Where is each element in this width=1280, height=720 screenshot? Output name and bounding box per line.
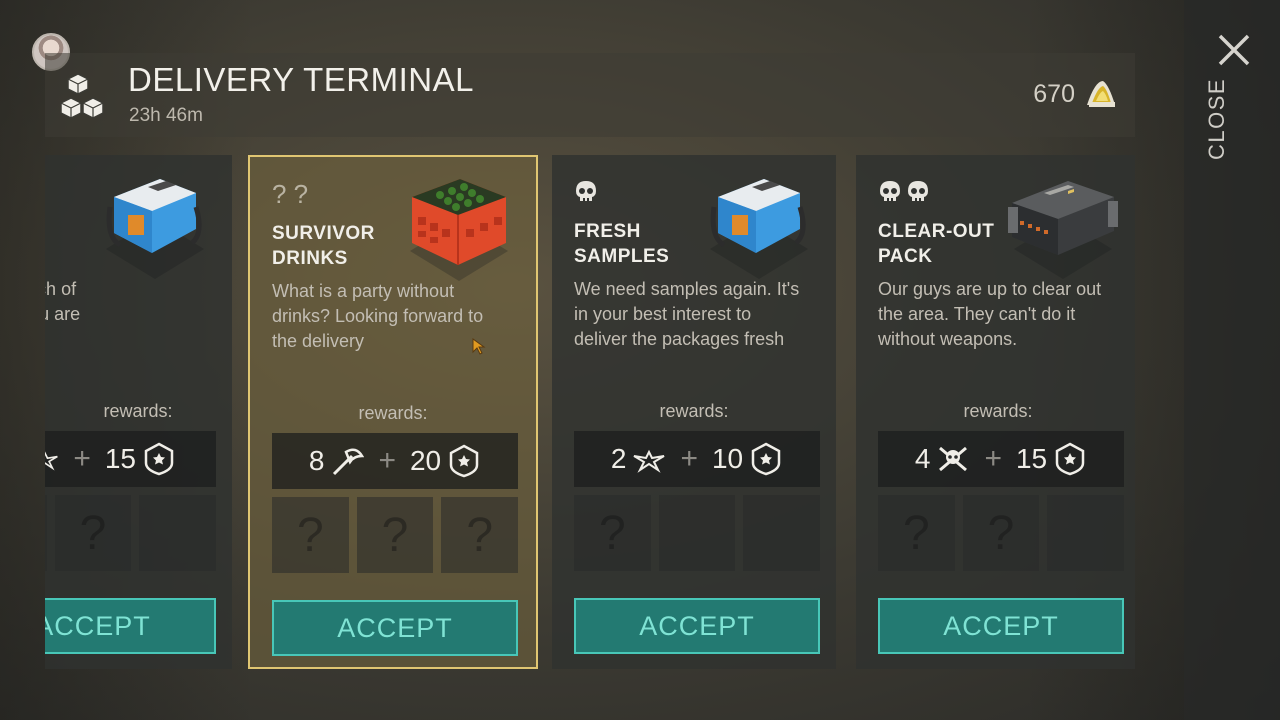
axe-icon bbox=[333, 448, 365, 476]
reputation-shield-icon bbox=[449, 444, 479, 478]
threat-level: ? ? bbox=[272, 179, 314, 209]
reward-value: 10 bbox=[711, 443, 744, 474]
reward-value: 20 bbox=[409, 445, 442, 476]
accept-button[interactable]: ACCEPT bbox=[272, 600, 518, 656]
reputation-shield-icon bbox=[1055, 442, 1085, 476]
hidden-item-slot: ? bbox=[574, 495, 651, 571]
genesis-coin-icon bbox=[1087, 81, 1115, 107]
rewards-box: + 15 bbox=[45, 431, 216, 487]
card-description: We need samples again. It's in your best… bbox=[574, 279, 800, 349]
rewards-label: rewards: bbox=[358, 403, 428, 423]
rewards-box: 2 + 10 bbox=[574, 431, 820, 487]
card-title: CLEAR-OUT PACK bbox=[878, 221, 995, 267]
delivery-card-survivor-drinks[interactable]: ? ? SURVIVOR DRINKS What is a party with… bbox=[248, 155, 538, 669]
rewards-label: rewards: bbox=[103, 401, 173, 421]
hidden-item-slot: ? bbox=[878, 495, 955, 571]
hidden-item-slot: ? bbox=[356, 497, 434, 573]
delivery-card-fresh-samples[interactable]: FRESH SAMPLES We need samples again. It'… bbox=[552, 155, 836, 669]
card-title: UG bbox=[45, 219, 130, 244]
plus-sign: + bbox=[680, 442, 698, 475]
boxes-icon bbox=[60, 73, 104, 119]
reward-value: 8 bbox=[308, 445, 325, 476]
rank-wings-icon bbox=[45, 451, 59, 471]
hidden-item-slot: ? bbox=[962, 495, 1040, 571]
hidden-item-slot: ? bbox=[441, 497, 519, 573]
reward-value: 15 bbox=[1015, 443, 1048, 474]
hidden-items-slots: ? ? ? bbox=[272, 497, 519, 573]
accept-button[interactable]: ACCEPT bbox=[45, 598, 216, 654]
plus-sign: + bbox=[378, 444, 396, 477]
hidden-items-slots: ? ? bbox=[878, 495, 1125, 571]
reputation-shield-icon bbox=[144, 442, 174, 476]
delivery-card-clear-out-pack[interactable]: CLEAR-OUT PACK Our guys are up to clear … bbox=[856, 155, 1135, 669]
threat-level bbox=[878, 177, 930, 207]
rewards-label: rewards: bbox=[963, 401, 1033, 421]
unknown-threat-label: ? ? bbox=[272, 178, 309, 209]
reputation-shield-icon bbox=[751, 442, 781, 476]
reward-value: 2 bbox=[610, 443, 627, 474]
skull-icon bbox=[908, 181, 928, 201]
card-description: or a new batch of elping us, you are uma… bbox=[45, 279, 81, 324]
close-button[interactable]: CLOSE bbox=[1204, 40, 1230, 160]
card-description: Our guys are up to clear out the area. T… bbox=[878, 279, 1102, 349]
rewards-box: 4 + 15 bbox=[878, 431, 1124, 487]
accept-button[interactable]: ACCEPT bbox=[878, 598, 1124, 654]
terminal-header: DELIVERY TERMINAL 23h 46m 670 bbox=[45, 53, 1135, 137]
rank-wings-icon bbox=[633, 449, 665, 473]
hidden-item-slot bbox=[45, 495, 47, 571]
plus-sign: + bbox=[984, 442, 1002, 475]
crossed-bones-skull-icon bbox=[939, 446, 968, 472]
delivery-cards-carousel[interactable]: UG or a new batch of elping us, you are … bbox=[45, 155, 1135, 675]
skull-icon bbox=[880, 181, 900, 201]
hidden-item-slot bbox=[658, 495, 736, 571]
card-title: FRESH SAMPLES bbox=[574, 221, 670, 267]
hidden-item-slot bbox=[743, 495, 821, 571]
page-title: DELIVERY TERMINAL bbox=[128, 61, 474, 98]
card-title: SURVIVOR DRINKS bbox=[272, 223, 375, 269]
threat-level bbox=[574, 177, 598, 207]
mouse-cursor-icon bbox=[472, 338, 486, 355]
close-panel: CLOSE bbox=[1184, 0, 1280, 720]
hidden-item-slot bbox=[139, 495, 217, 571]
reward-value: 15 bbox=[104, 443, 136, 474]
plus-sign: + bbox=[73, 442, 91, 475]
hidden-items-slots: ? bbox=[574, 495, 821, 571]
rewards-label: rewards: bbox=[659, 401, 729, 421]
hidden-item-slot bbox=[1047, 495, 1125, 571]
currency-display: 670 bbox=[1033, 79, 1117, 109]
accept-button[interactable]: ACCEPT bbox=[574, 598, 820, 654]
timer-label: 23h 46m bbox=[129, 105, 203, 126]
skull-icon bbox=[576, 181, 596, 201]
delivery-card-drug[interactable]: UG or a new batch of elping us, you are … bbox=[45, 155, 232, 669]
hidden-item-slot: ? bbox=[54, 495, 132, 571]
rewards-box: 8 + 20 bbox=[272, 433, 518, 489]
currency-value: 670 bbox=[1033, 79, 1075, 108]
hidden-item-slot: ? bbox=[272, 497, 349, 573]
reward-value: 4 bbox=[914, 443, 931, 474]
hidden-items-slots: ? bbox=[45, 495, 217, 571]
